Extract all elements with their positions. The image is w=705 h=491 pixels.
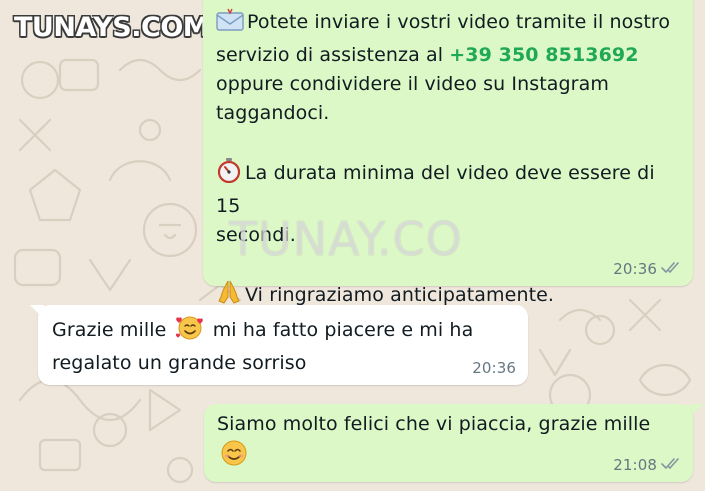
message-text-line: Potete inviare i vostri video tramite il… (247, 11, 671, 33)
smiling-face-with-hearts-icon (175, 314, 204, 349)
stopwatch-icon (216, 157, 242, 192)
read-double-check-icon (661, 457, 681, 474)
message-meta: 21:08 (613, 457, 681, 474)
message-text-line: Vi ringraziamo anticipatamente. (245, 284, 555, 306)
message-text-line: Siamo molto felici che vi piaccia, grazi… (217, 413, 651, 435)
watermark-logo: TUNAYS.COM (14, 12, 210, 43)
message-text-line: mi ha fatto piacere e mi ha (212, 319, 474, 341)
message-timestamp: 20:36 (613, 260, 657, 278)
message-paragraph: Potete inviare i vostri video tramite il… (216, 8, 679, 128)
message-timestamp: 21:08 (613, 456, 657, 474)
message-text-line: Grazie mille (52, 319, 167, 341)
message-text-line: oppure condividere il video su Instagram (216, 73, 609, 95)
message-bubble-outgoing[interactable]: Potete inviare i vostri video tramite il… (203, 0, 693, 306)
message-text-line: regalato un grande sorriso (52, 352, 307, 374)
smiling-face-icon (220, 439, 248, 476)
message-timestamp: 20:36 (472, 359, 516, 377)
message-meta: 20:36 (472, 360, 516, 377)
envelope-icon (216, 8, 244, 41)
message-text-line: servizio di assistenza al (216, 44, 450, 66)
message-text-line: La durata minima del video deve essere d… (216, 162, 655, 217)
message-bubble-incoming[interactable]: Grazie mille mi ha fatto piacere e mi ha… (38, 305, 528, 385)
message-text-line: secondi. (216, 224, 296, 246)
message-paragraph: Siamo molto felici che vi piaccia, grazi… (217, 410, 679, 476)
message-meta: 20:36 (613, 261, 681, 278)
phone-number-link[interactable]: +39 350 8513692 (449, 44, 638, 66)
read-double-check-icon (661, 261, 681, 278)
message-paragraph: La durata minima del video deve essere d… (216, 157, 679, 250)
message-text-line: taggandoci. (216, 102, 330, 124)
message-bubble-outgoing[interactable]: Siamo molto felici che vi piaccia, grazi… (204, 404, 693, 482)
message-paragraph: Grazie mille mi ha fatto piacere e mi ha… (52, 314, 514, 378)
